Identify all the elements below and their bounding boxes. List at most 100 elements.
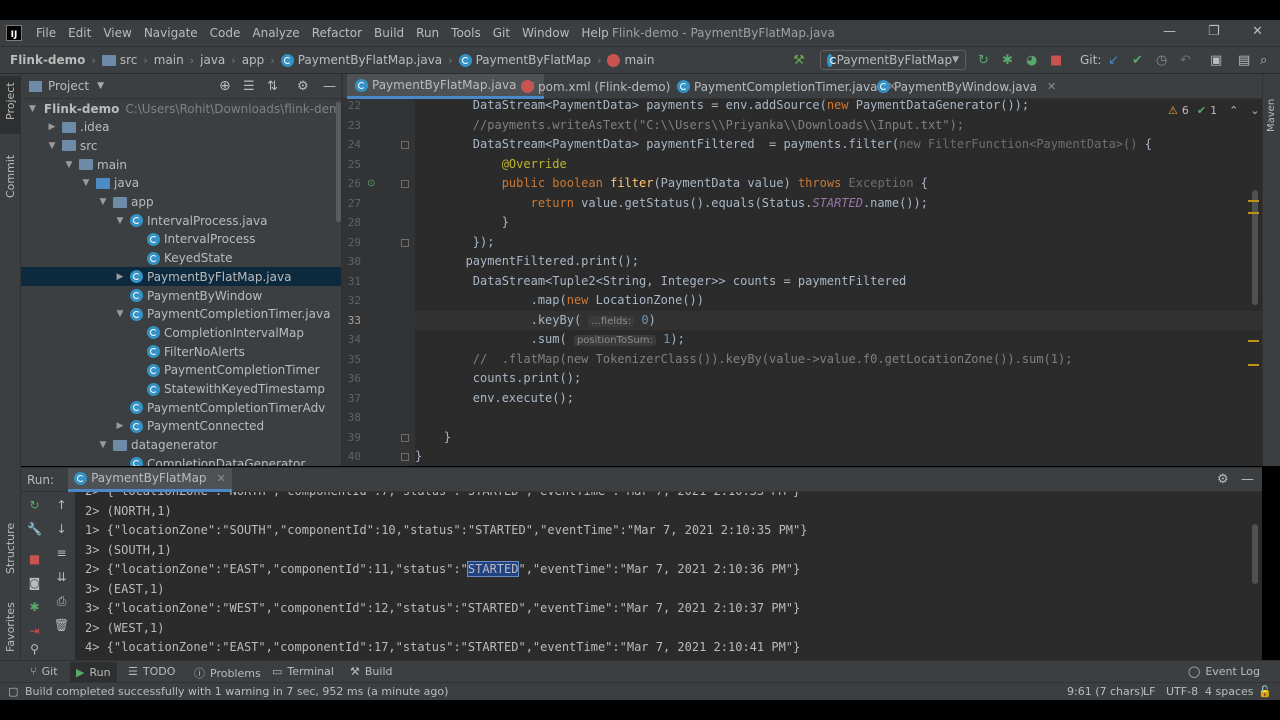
run-tab-paymentbyflatmap[interactable]: PaymentByFlatMap ✕ xyxy=(68,467,232,492)
code-line[interactable]: paymentFiltered.print(); xyxy=(415,252,639,272)
run-configuration-select[interactable]: PaymentByFlatMap ▼ xyxy=(820,50,966,70)
arrow-up-icon[interactable]: ↑ xyxy=(48,498,75,512)
console-line[interactable]: 3> (SOUTH,1) xyxy=(85,541,172,561)
coverage-icon[interactable]: ◕ xyxy=(1026,53,1037,68)
line-number[interactable]: 29 xyxy=(343,236,361,249)
console-scrollbar[interactable] xyxy=(1252,524,1258,584)
console-line[interactable]: 1> {"locationZone":"SOUTH","componentId"… xyxy=(85,521,807,541)
chevron-down-icon[interactable]: ▼ xyxy=(80,178,92,188)
console-line[interactable]: 2> {"locationZone":"NORTH","componentId"… xyxy=(85,492,800,502)
code-line[interactable]: //payments.writeAsText("C:\\Users\\Priya… xyxy=(415,116,964,136)
git-commit-check-icon[interactable]: ✔ xyxy=(1132,53,1143,68)
line-number[interactable]: 27 xyxy=(343,197,361,210)
line-number[interactable]: 37 xyxy=(343,392,361,405)
problems-tool-button[interactable]: ⓘ Problems xyxy=(194,665,261,681)
breadcrumb-class[interactable]: PaymentByFlatMap xyxy=(458,53,591,67)
line-number[interactable]: 35 xyxy=(343,353,361,366)
console-line[interactable]: 4> {"locationZone":"EAST","componentId":… xyxy=(85,638,800,658)
search-icon[interactable]: ⌕ xyxy=(1260,53,1267,68)
expand-all-icon[interactable]: ☰ xyxy=(243,79,255,94)
line-number[interactable]: 28 xyxy=(343,216,361,229)
menu-window[interactable]: Window xyxy=(516,26,575,40)
tree-item[interactable]: ▼ main xyxy=(21,155,341,174)
line-number[interactable]: 33 xyxy=(343,314,361,327)
indent-setting[interactable]: 4 spaces xyxy=(1205,685,1254,698)
tree-item[interactable]: KeyedState xyxy=(21,249,341,268)
console-line[interactable]: 3> {"locationZone":"WEST","componentId":… xyxy=(85,599,800,619)
console-line[interactable]: 2> (WEST,1) xyxy=(85,619,164,639)
line-number[interactable]: 34 xyxy=(343,333,361,346)
editor-gutter[interactable]: 22 23 24 25 26 27 28 29 30 31 32 33 34 35 36 37 38 39 40 ⊙ xyxy=(343,99,415,466)
tree-item[interactable]: ▶ .idea xyxy=(21,118,341,137)
inspection-widget[interactable]: ⚠ 6 ✔ 1 ⌃ ⌄ xyxy=(1168,104,1260,117)
tree-item[interactable]: IntervalProcess xyxy=(21,230,341,249)
line-number[interactable]: 23 xyxy=(343,119,361,132)
chevron-right-icon[interactable]: ▶ xyxy=(114,421,126,431)
line-number[interactable]: 32 xyxy=(343,294,361,307)
code-line[interactable]: } xyxy=(415,213,509,233)
console-line[interactable]: 2> (NORTH,1) xyxy=(85,502,172,522)
breadcrumb-java[interactable]: java xyxy=(200,53,225,67)
override-marker-icon[interactable]: ⊙ xyxy=(367,178,375,189)
scroll-to-end-icon[interactable]: ⇊ xyxy=(48,570,75,584)
camera-icon[interactable]: ◙ xyxy=(21,576,48,590)
tree-item[interactable]: PaymentCompletionTimerAdv xyxy=(21,398,341,417)
line-number[interactable]: 31 xyxy=(343,275,361,288)
fold-marker-icon[interactable] xyxy=(401,453,409,461)
menu-file[interactable]: File xyxy=(30,26,62,40)
code-line[interactable]: return value.getStatus().equals(Status.S… xyxy=(415,194,928,214)
chevron-right-icon[interactable]: ▶ xyxy=(114,272,126,282)
console-output[interactable]: 2> {"locationZone":"NORTH","componentId"… xyxy=(75,492,1262,660)
close-tab-icon[interactable]: ✕ xyxy=(217,472,226,485)
commit-tool-button[interactable]: Commit xyxy=(4,155,17,198)
status-message[interactable]: Build completed successfully with 1 warn… xyxy=(25,685,448,698)
close-tab-icon[interactable]: ✕ xyxy=(1047,80,1056,93)
menu-navigate[interactable]: Navigate xyxy=(138,26,204,40)
rerun-icon[interactable]: ↻ xyxy=(21,498,48,512)
line-number[interactable]: 24 xyxy=(343,138,361,151)
lock-icon[interactable]: 🔓 xyxy=(1258,685,1272,698)
build-tool-button[interactable]: ⚒ Build xyxy=(350,665,393,678)
collapse-all-icon[interactable]: ⇅ xyxy=(267,79,278,94)
code-line[interactable]: DataStream<PaymentData> paymentFiltered … xyxy=(415,135,1152,155)
chevron-down-icon[interactable]: ⌄ xyxy=(1250,104,1259,117)
hide-panel-icon[interactable]: — xyxy=(323,79,336,94)
code-line[interactable]: }); xyxy=(415,233,495,253)
build-hammer-icon[interactable]: ⚒ xyxy=(793,53,805,68)
debug-bug-icon[interactable]: ✱ xyxy=(21,600,48,614)
line-number[interactable]: 22 xyxy=(343,99,361,112)
menu-run[interactable]: Run xyxy=(410,26,445,40)
code-line[interactable]: } xyxy=(415,447,422,466)
text-selection[interactable]: STARTED xyxy=(466,561,520,577)
project-panel-title[interactable]: Project xyxy=(48,79,89,93)
code-line[interactable]: DataStream<Tuple2<String, Integer>> coun… xyxy=(415,272,906,292)
line-number[interactable]: 40 xyxy=(343,450,361,463)
pin-icon[interactable]: ⚲ xyxy=(21,642,48,656)
fold-marker-icon[interactable] xyxy=(401,141,409,149)
rerun-icon[interactable]: ↻ xyxy=(978,53,989,68)
code-line[interactable]: .map(new LocationZone()) xyxy=(415,291,704,311)
code-line[interactable]: } xyxy=(415,428,451,448)
warning-stripe[interactable] xyxy=(1248,340,1259,342)
tree-item[interactable]: ▼ PaymentCompletionTimer.java xyxy=(21,305,341,324)
tree-item[interactable]: CompletionIntervalMap xyxy=(21,323,341,342)
favorites-tool-button[interactable]: Favorites xyxy=(4,602,17,652)
git-update-icon[interactable]: ↙ xyxy=(1108,53,1119,68)
project-structure-icon[interactable]: ▣ xyxy=(1210,53,1222,68)
chevron-down-icon[interactable]: ▼ xyxy=(63,160,75,170)
stop-icon[interactable]: ■ xyxy=(21,552,48,566)
breadcrumb-src[interactable]: src xyxy=(101,53,137,67)
fold-marker-icon[interactable] xyxy=(401,180,409,188)
run-tool-button[interactable]: ▶ Run xyxy=(70,662,117,682)
chevron-up-icon[interactable]: ⌃ xyxy=(1229,104,1238,117)
file-encoding[interactable]: UTF-8 xyxy=(1166,685,1198,698)
line-number[interactable]: 26 xyxy=(343,177,361,190)
menu-code[interactable]: Code xyxy=(204,26,247,40)
menu-refactor[interactable]: Refactor xyxy=(306,26,368,40)
line-separator[interactable]: LF xyxy=(1143,685,1155,698)
menu-build[interactable]: Build xyxy=(368,26,410,40)
breadcrumb-method[interactable]: main xyxy=(607,53,654,67)
console-line[interactable]: 2> {"locationZone":"EAST","componentId":… xyxy=(85,560,800,580)
breadcrumb-main[interactable]: main xyxy=(154,53,184,67)
hide-panel-icon[interactable]: — xyxy=(1241,472,1254,487)
